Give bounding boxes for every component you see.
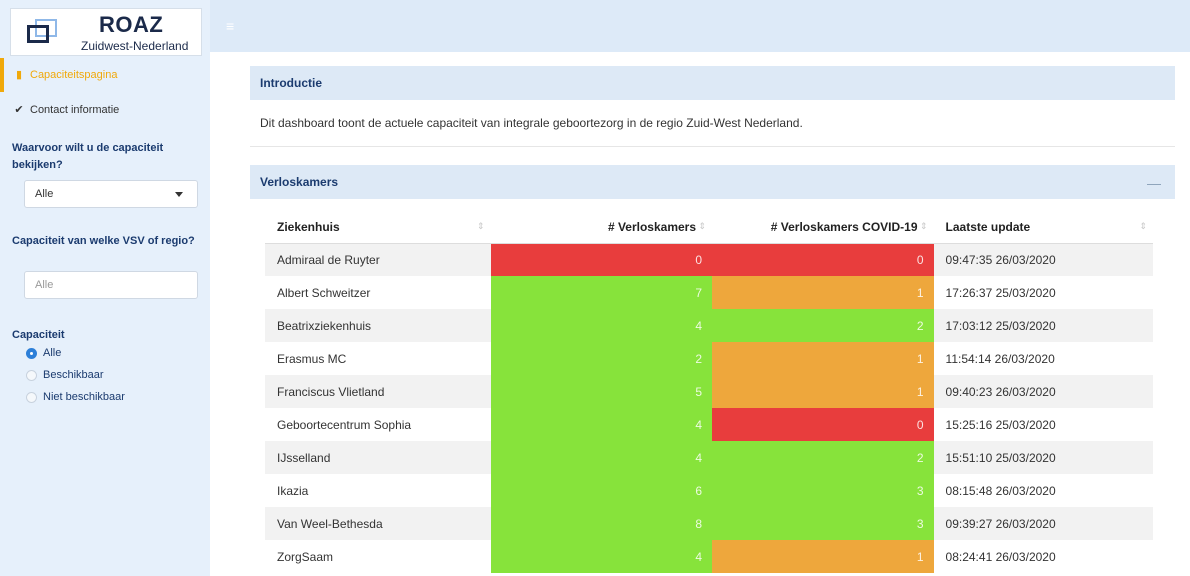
cell-ziekenhuis: Geboortecentrum Sophia: [277, 417, 412, 432]
brand-title: ROAZ: [99, 12, 164, 37]
cell-ziekenhuis: Van Weel-Bethesda: [265, 507, 491, 540]
cell-laatste-update: 09:40:23 26/03/2020: [933, 375, 1153, 408]
cell-laatste-update: 09:39:27 26/03/2020: [933, 507, 1153, 540]
table-row: Geboortecentrum Sophia 4 0 15:25:16 25/03/2…: [265, 408, 1153, 441]
radio-unchecked-icon: [26, 391, 37, 403]
verloskamers-header: Verloskamers —: [250, 165, 1175, 199]
cell-ziekenhuis: Erasmus MC: [277, 351, 347, 366]
table-row: Franciscus Vlietland 5 1 09:40:23 26/03/202…: [265, 375, 1153, 408]
cell-verloskamers: 4: [490, 309, 713, 342]
intro-text: Dit dashboard toont de actuele capacitei…: [250, 100, 1175, 147]
table-row: Van Weel-Bethesda 8 3 09:39:27 26/03/2020: [265, 507, 1153, 540]
cell-verloskamers: 8: [490, 507, 713, 540]
cell-verloskamers-covid: 1: [712, 540, 934, 573]
verloskamers-box: Verloskamers — Ziekenhuis ⇕ # Verloskame…: [250, 165, 1175, 576]
cell-laatste-update: 15:25:16 25/03/2020: [945, 417, 1056, 432]
cell-laatste-update: 17:26:37 25/03/2020: [945, 285, 1056, 300]
cell-verloskamers-covid: 0: [712, 243, 934, 276]
sort-icon: ⇕: [476, 221, 485, 231]
verloskamers-table: Ziekenhuis ⇕ # Verloskamers ⇕ # Verloska…: [265, 211, 1153, 573]
cell-laatste-update: 15:51:10 25/03/2020: [933, 441, 1153, 474]
sidebar: ROAZ Zuidwest-Nederland ▮ Capaciteitspag…: [0, 0, 210, 576]
sort-icon: ⇕: [919, 221, 928, 231]
radio-checked-icon: [26, 347, 37, 359]
sidebar-item-label: Contact informatie: [30, 104, 120, 116]
capacity-for-label: Waarvoor wilt u de capaciteit bekijken?: [12, 142, 164, 171]
cell-verloskamers-covid: 3: [712, 507, 934, 540]
intro-box: Introductie Dit dashboard toont de actue…: [250, 66, 1175, 148]
logo-mark: [27, 19, 57, 45]
table-body: Admiraal de Ruyter 0 0 09:47:35 26/03/2020 A…: [265, 243, 1153, 573]
capacity-for-select[interactable]: Alle: [24, 180, 198, 208]
cell-laatste-update: 08:24:41 26/03/2020: [945, 549, 1056, 564]
intro-header: Introductie: [250, 66, 1175, 100]
cell-ziekenhuis: Ikazia: [277, 483, 309, 498]
capacity-for-value: Alle: [35, 188, 54, 200]
capacity-label: Capaciteit: [12, 329, 65, 341]
verloskamers-title: Verloskamers: [260, 175, 339, 189]
sort-icon: ⇕: [698, 221, 707, 231]
hamburger-menu-icon[interactable]: ≡: [226, 19, 234, 33]
table-header-row: Ziekenhuis ⇕ # Verloskamers ⇕ # Verloska…: [265, 211, 1153, 244]
region-label: Capaciteit van welke VSV of regio?: [12, 235, 195, 247]
cell-verloskamers: 4: [490, 441, 713, 474]
cell-ziekenhuis: IJsselland: [265, 441, 491, 474]
cell-verloskamers-covid: 1: [712, 342, 934, 375]
main-content: Introductie Dit dashboard toont de actue…: [210, 52, 1190, 576]
cell-laatste-update: 11:54:14 26/03/2020: [945, 351, 1055, 366]
table-row: IJsselland 4 2 15:51:10 25/03/2020: [265, 441, 1153, 474]
check-double-icon: ✔: [14, 104, 24, 116]
cell-verloskamers: 2: [490, 342, 713, 375]
region-input[interactable]: [24, 271, 198, 299]
sidebar-item-capaciteitspagina[interactable]: ▮ Capaciteitspagina: [0, 60, 210, 90]
table-row: Erasmus MC 2 1 11:54:14 26/03/2020: [265, 342, 1153, 375]
logo[interactable]: ROAZ Zuidwest-Nederland: [10, 8, 202, 56]
radio-label: Beschikbaar: [43, 369, 104, 381]
bookmark-icon: ▮: [15, 69, 23, 81]
cell-verloskamers-covid: 3: [712, 474, 934, 507]
cell-laatste-update: 08:15:48 26/03/2020: [945, 483, 1056, 498]
top-header: ≡: [210, 0, 1190, 52]
radio-beschikbaar[interactable]: Beschikbaar: [26, 367, 104, 383]
table-row: Albert Schweitzer 7 1 17:26:37 25/03/2020: [265, 276, 1153, 309]
cell-verloskamers-covid: 2: [712, 309, 934, 342]
radio-unchecked-icon: [26, 369, 37, 381]
radio-alle[interactable]: Alle: [26, 345, 61, 361]
cell-verloskamers-covid: 1: [712, 276, 934, 309]
intro-title: Introductie: [260, 76, 322, 90]
cell-verloskamers: 4: [490, 540, 713, 573]
cell-verloskamers: 6: [490, 474, 713, 507]
minus-icon[interactable]: —: [1147, 175, 1161, 191]
table-row: Beatrixziekenhuis 4 2 17:03:12 25/03/2020: [265, 309, 1153, 342]
column-header-verloskamers-covid[interactable]: # Verloskamers COVID-19 ⇕: [712, 211, 934, 244]
brand-subtitle: Zuidwest-Nederland: [81, 39, 189, 53]
cell-ziekenhuis: Admiraal de Ruyter: [265, 243, 491, 276]
cell-verloskamers-covid: 0: [712, 408, 934, 441]
cell-verloskamers: 0: [490, 243, 713, 276]
table-row: Ikazia 6 3 08:15:48 26/03/2020: [265, 474, 1153, 507]
chevron-down-icon: [175, 192, 183, 197]
column-header-laatste-update[interactable]: Laatste update ⇕: [933, 211, 1153, 244]
radio-label: Alle: [43, 347, 62, 359]
table-row: ZorgSaam 4 1 08:24:41 26/03/2020: [265, 540, 1153, 573]
column-header-ziekenhuis[interactable]: Ziekenhuis ⇕: [265, 211, 491, 244]
cell-ziekenhuis: Albert Schweitzer: [277, 285, 371, 300]
cell-verloskamers-covid: 1: [712, 375, 934, 408]
sidebar-item-contact-informatie[interactable]: ✔ Contact informatie: [0, 95, 210, 125]
cell-laatste-update: 09:47:35 26/03/2020: [933, 243, 1153, 276]
column-header-verloskamers[interactable]: # Verloskamers ⇕: [490, 211, 713, 244]
cell-verloskamers: 7: [490, 276, 713, 309]
cell-laatste-update: 17:03:12 25/03/2020: [933, 309, 1153, 342]
cell-verloskamers: 4: [490, 408, 713, 441]
cell-ziekenhuis: Franciscus Vlietland: [265, 375, 491, 408]
cell-ziekenhuis: Beatrixziekenhuis: [265, 309, 491, 342]
cell-ziekenhuis: ZorgSaam: [277, 549, 334, 564]
sidebar-item-label: Capaciteitspagina: [30, 69, 118, 81]
radio-label: Niet beschikbaar: [43, 391, 125, 403]
cell-verloskamers: 5: [490, 375, 713, 408]
sort-icon: ⇕: [1139, 221, 1147, 231]
radio-niet-beschikbaar[interactable]: Niet beschikbaar: [26, 389, 125, 405]
table-row: Admiraal de Ruyter 0 0 09:47:35 26/03/2020: [265, 243, 1153, 276]
cell-verloskamers-covid: 2: [712, 441, 934, 474]
